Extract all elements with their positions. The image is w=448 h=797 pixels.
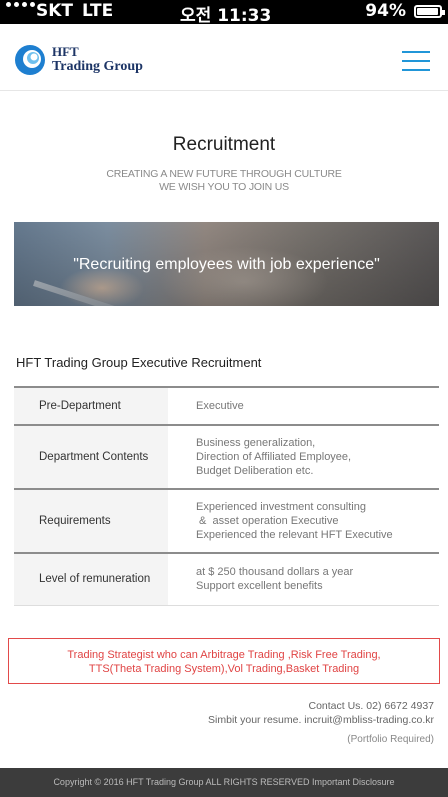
value-line: Budget Deliberation etc.	[196, 465, 314, 477]
section-title: HFT Trading Group Executive Recruitment	[16, 355, 262, 370]
value-line: & asset operation Executive	[196, 515, 339, 527]
page-subtitle: CREATING A NEW FUTURE THROUGH CULTURE WE…	[0, 168, 448, 194]
row-label: Pre-Department	[14, 387, 168, 425]
value-line: Direction of Affiliated Employee,	[196, 451, 352, 463]
company-logo-icon[interactable]	[14, 44, 46, 76]
battery-percent: 94%	[365, 1, 406, 21]
row-label: Department Contents	[14, 425, 168, 489]
carrier-label: SKT	[36, 1, 74, 21]
subtitle-line1: CREATING A NEW FUTURE THROUGH CULTURE	[106, 168, 342, 180]
status-bar: SKT LTE 오전 11:33 94%	[0, 0, 448, 26]
site-header: HFT Trading Group	[0, 24, 448, 91]
battery-icon	[414, 5, 445, 18]
notice-line2: TTS(Theta Trading System),Vol Trading,Ba…	[88, 663, 360, 675]
table-row: Department Contents Business generalizat…	[14, 425, 439, 489]
portfolio-note: (Portfolio Required)	[347, 734, 434, 745]
notice-line1: Trading Strategist who can Arbitrage Tra…	[67, 649, 381, 661]
contact-email[interactable]: Simbit your resume. incruit@mbliss-tradi…	[208, 713, 434, 727]
banner-text: "Recruiting employees with job experienc…	[73, 256, 380, 273]
row-value: Business generalization, Direction of Af…	[168, 425, 439, 489]
row-label: Level of remuneration	[14, 553, 168, 605]
specialty-notice: Trading Strategist who can Arbitrage Tra…	[8, 638, 440, 684]
company-logo-text[interactable]: HFT Trading Group	[52, 44, 143, 74]
table-row: Level of remuneration at $ 250 thousand …	[14, 553, 439, 605]
value-line: Experienced investment consulting	[196, 501, 366, 513]
value-line: Support excellent benefits	[196, 580, 323, 593]
clock: 오전 11:33	[180, 6, 272, 26]
row-value: Experienced investment consulting & asse…	[168, 489, 439, 553]
recruitment-table: Pre-Department Executive Department Cont…	[14, 386, 439, 606]
table-row: Requirements Experienced investment cons…	[14, 489, 439, 553]
logo-line2: Trading Group	[52, 59, 143, 74]
network-label: LTE	[82, 1, 114, 21]
row-value: at $ 250 thousand dollars a year Support…	[168, 553, 439, 605]
subtitle-line2: WE WISH YOU TO JOIN US	[159, 181, 289, 193]
recruit-banner: "Recruiting employees with job experienc…	[14, 222, 439, 306]
row-value: Executive	[168, 387, 439, 425]
signal-icon	[6, 2, 35, 7]
site-footer: Copyright © 2016 HFT Trading Group ALL R…	[0, 768, 448, 797]
value-line: Business generalization,	[196, 437, 316, 449]
value-line: at $ 250 thousand dollars a year	[196, 566, 354, 579]
row-label: Requirements	[14, 489, 168, 553]
value-line: Experienced the relevant HFT Executive	[196, 529, 393, 541]
contact-info: Contact Us. 02) 6672 4937 Simbit your re…	[208, 699, 434, 727]
value-line: Executive	[196, 400, 244, 412]
hamburger-icon[interactable]	[402, 51, 430, 71]
logo-line1: HFT	[52, 44, 79, 59]
page-title: Recruitment	[172, 134, 276, 155]
contact-phone: Contact Us. 02) 6672 4937	[308, 700, 435, 712]
table-row: Pre-Department Executive	[14, 387, 439, 425]
